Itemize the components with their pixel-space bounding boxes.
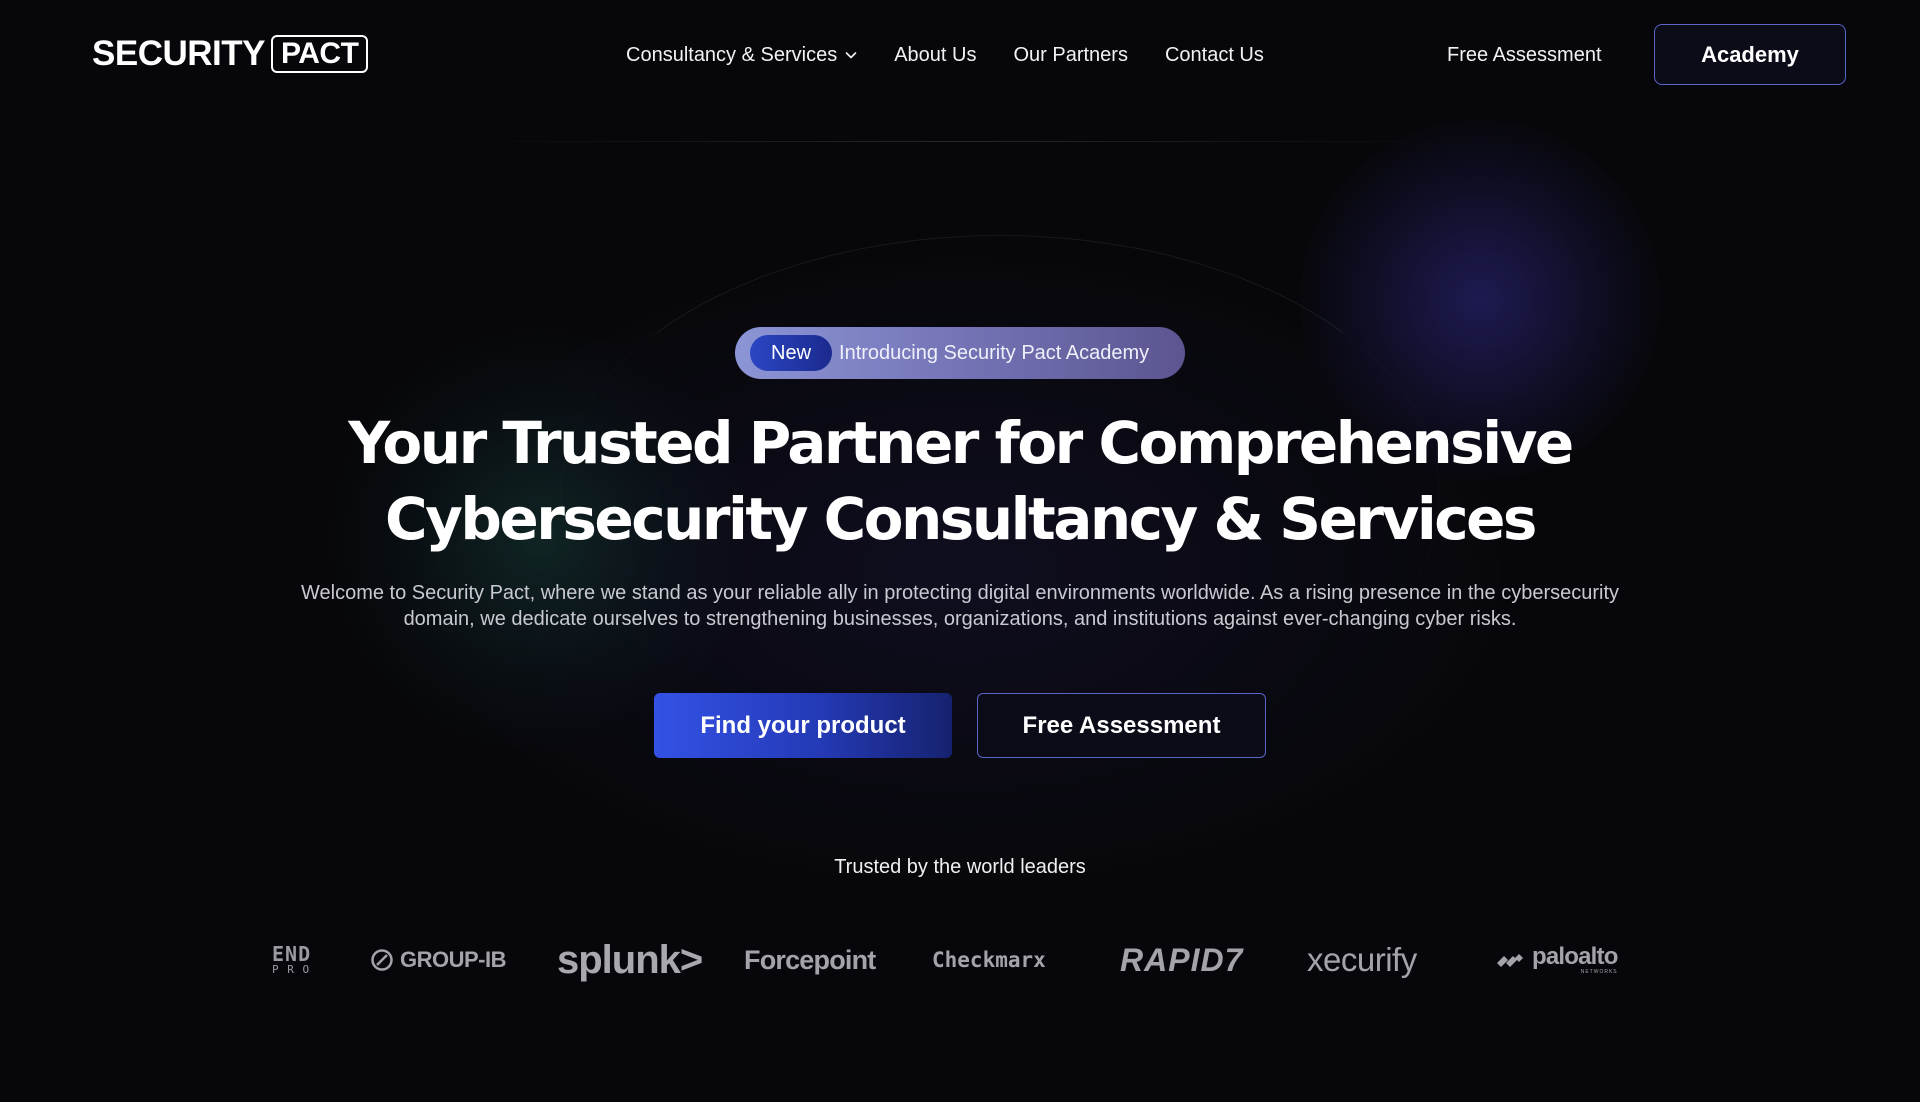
nav-item-our-partners[interactable]: Our Partners [1013, 44, 1127, 67]
hero-subtitle: Welcome to Security Pact, where we stand… [250, 580, 1670, 632]
landing-page: SECURITY PACT Consultancy & Services Abo… [0, 0, 1920, 1102]
partner-logo-group-ib: GROUP-IB [370, 930, 507, 990]
chevron-down-icon [845, 52, 857, 59]
paloalto-mark-icon [1497, 954, 1523, 967]
find-product-button[interactable]: Find your product [654, 693, 952, 758]
hero-subtitle-line-2: domain, we dedicate ourselves to strengt… [403, 608, 1517, 630]
main-nav: Consultancy & Services About Us Our Part… [626, 40, 1301, 70]
hero-headline: Your Trusted Partner for Comprehensive C… [200, 405, 1720, 557]
partner-logo-forcepoint: Forcepoint [744, 944, 876, 975]
partner-logo-rapid7: RAPID7 [1120, 941, 1244, 978]
partner-logos: END P R O GROUP-IB splunk> Forcepoint Ch… [0, 930, 1920, 990]
partner-logo-paloalto: paloalto NETWORKS [1495, 930, 1618, 990]
nav-item-contact-us[interactable]: Contact Us [1165, 44, 1264, 67]
brand-logo[interactable]: SECURITY PACT [92, 34, 369, 74]
free-assessment-button[interactable]: Free Assessment [977, 693, 1266, 758]
logo-boxed-word: PACT [270, 35, 369, 73]
hero-headline-line-2: Cybersecurity Consultancy & Services [385, 485, 1537, 553]
nav-item-label: Consultancy & Services [626, 43, 838, 66]
header-free-assessment-link[interactable]: Free Assessment [1447, 40, 1602, 70]
partners-heading: Trusted by the world leaders [834, 856, 1086, 878]
hero-subtitle-line-1: Welcome to Security Pact, where we stand… [300, 582, 1620, 604]
nav-item-about-us[interactable]: About Us [894, 44, 976, 67]
announcement-text: Introducing Security Pact Academy [839, 341, 1150, 364]
logo-word: SECURITY [92, 34, 265, 73]
partner-logo-xecurify: xecurify [1307, 941, 1417, 978]
group-ib-mark-icon [371, 949, 393, 971]
site-header: SECURITY PACT Consultancy & Services Abo… [0, 0, 1920, 108]
header-divider [460, 141, 1460, 142]
partner-logo-splunk: splunk> [557, 937, 703, 982]
partner-logo-checkmarx: Checkmarx [932, 948, 1046, 972]
new-tag: New [750, 335, 833, 371]
hero-headline-line-1: Your Trusted Partner for Comprehensive [348, 409, 1574, 477]
announcement-badge[interactable]: New Introducing Security Pact Academy [735, 327, 1185, 379]
nav-item-consultancy-services[interactable]: Consultancy & Services [626, 44, 857, 67]
academy-button[interactable]: Academy [1654, 24, 1846, 85]
partner-logo-endpro: END P R O [272, 942, 312, 976]
